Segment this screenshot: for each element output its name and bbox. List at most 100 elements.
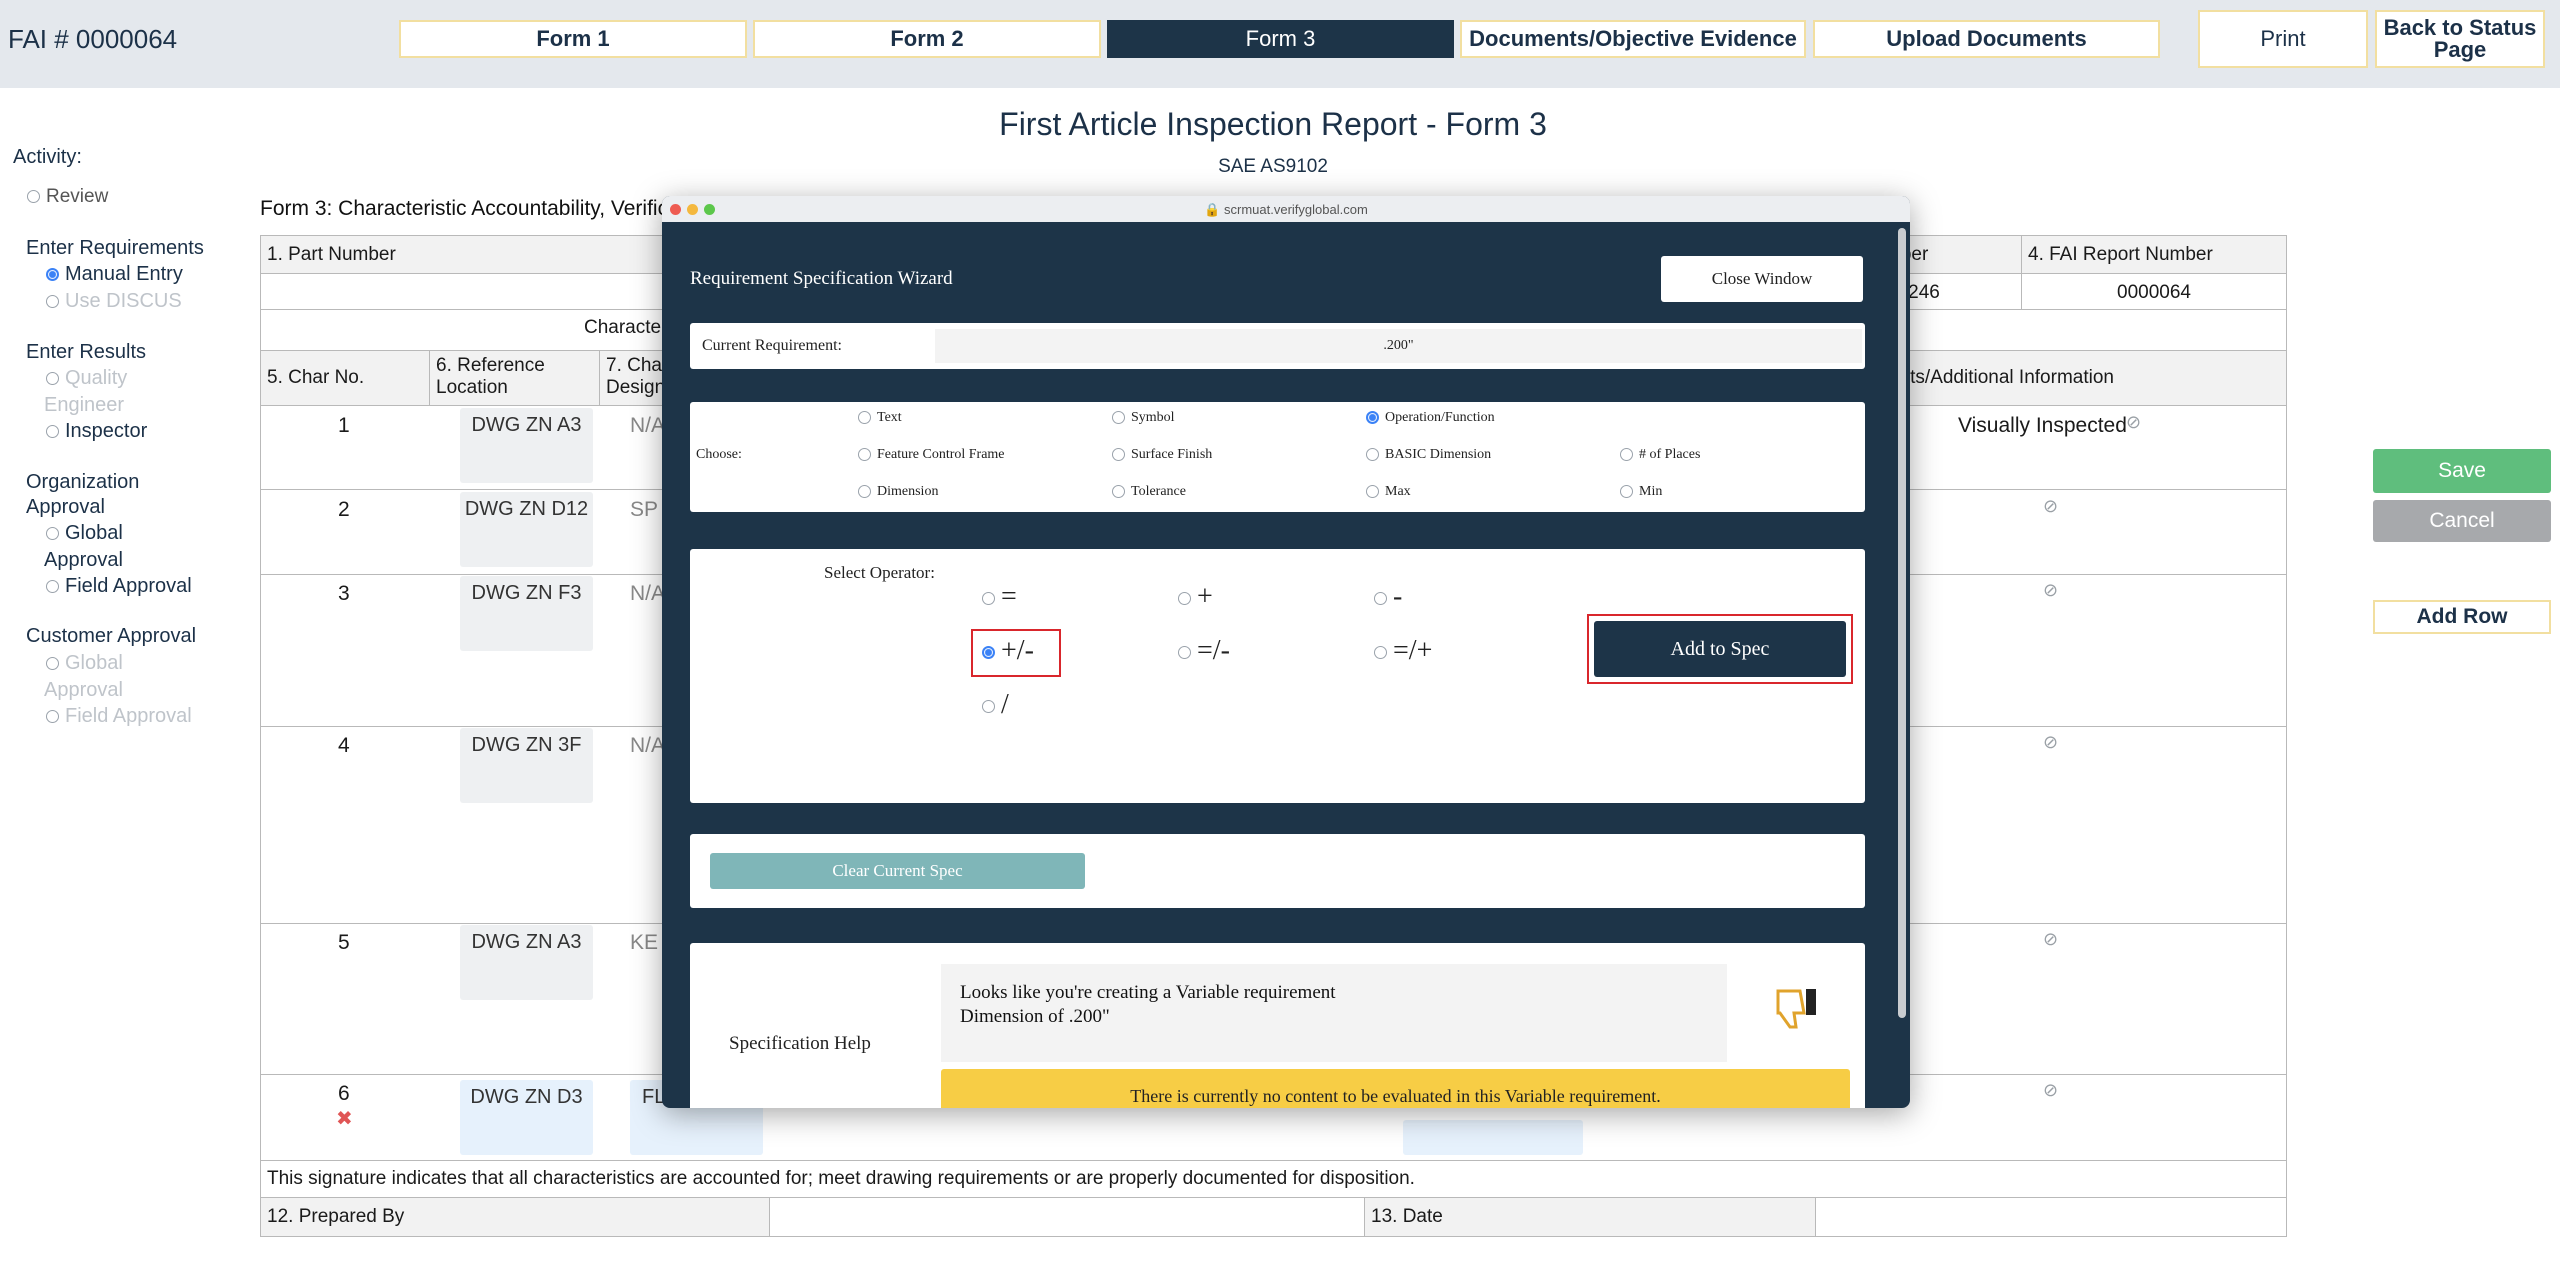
- select-operator-label: Select Operator:: [824, 563, 935, 582]
- global-approval-radio[interactable]: [46, 527, 59, 541]
- field-approval-radio[interactable]: [46, 580, 59, 594]
- help-line-2: Dimension of .200": [960, 1006, 1110, 1027]
- tab-documents-evidence[interactable]: Documents/Objective Evidence: [1460, 20, 1806, 58]
- choice-operation-function-radio[interactable]: [1366, 411, 1379, 425]
- add-to-spec-button[interactable]: Add to Spec: [1594, 621, 1846, 677]
- review-radio[interactable]: [27, 190, 40, 204]
- choice-number-of-places[interactable]: # of Places: [1620, 447, 1700, 463]
- char-designator-value: SP: [630, 498, 659, 521]
- specification-help-panel: Specification Help Looks like you're cre…: [690, 943, 1865, 1108]
- choice-symbol[interactable]: Symbol: [1112, 410, 1175, 426]
- page-title: First Article Inspection Report - Form 3: [999, 106, 1547, 142]
- lock-icon: 🔒: [1204, 202, 1221, 217]
- paperclip-icon[interactable]: ⊘: [2043, 580, 2058, 601]
- customer-field-radio: [46, 710, 59, 724]
- customer-global-radio: [46, 657, 59, 671]
- choice-max-radio[interactable]: [1366, 485, 1379, 499]
- manual-entry-option[interactable]: Manual Entry: [46, 263, 183, 286]
- choice-feature-control-frame[interactable]: Feature Control Frame: [858, 447, 1005, 463]
- fai-report-number-header: 4. FAI Report Number: [2021, 235, 2287, 274]
- current-requirement-panel: Current Requirement: .200": [690, 323, 1865, 369]
- clear-spec-panel: Clear Current Spec: [690, 834, 1865, 908]
- choice-surface-finish[interactable]: Surface Finish: [1112, 447, 1212, 463]
- choice-text-radio[interactable]: [858, 411, 871, 425]
- choice-symbol-radio[interactable]: [1112, 411, 1125, 425]
- choice-operation-function[interactable]: Operation/Function: [1366, 410, 1495, 426]
- tab-upload-documents[interactable]: Upload Documents: [1813, 20, 2160, 58]
- operator-slash[interactable]: /: [982, 689, 1009, 721]
- operator-plus[interactable]: +: [1178, 581, 1213, 613]
- paperclip-icon[interactable]: ⊘: [2043, 496, 2058, 517]
- paperclip-icon[interactable]: ⊘: [2043, 929, 2058, 950]
- add-row-button[interactable]: Add Row: [2373, 600, 2551, 634]
- choice-tolerance-radio[interactable]: [1112, 485, 1125, 499]
- organization-approval-label-2: Approval: [26, 496, 105, 518]
- operator-minus-radio[interactable]: [1374, 592, 1387, 606]
- operator-equals-minus[interactable]: =/-: [1178, 635, 1230, 667]
- choice-basic-dimension-radio[interactable]: [1366, 448, 1379, 462]
- char-number: 3: [338, 582, 350, 605]
- organization-approval-label: Organization: [26, 471, 140, 493]
- global-approval-option[interactable]: Global: [46, 522, 123, 545]
- char-designator-value: N/A: [630, 734, 666, 757]
- choice-tolerance[interactable]: Tolerance: [1112, 484, 1186, 500]
- delete-row-icon[interactable]: ✖: [336, 1106, 353, 1131]
- back-to-status-button[interactable]: Back to Status Page: [2375, 10, 2545, 68]
- choice-text[interactable]: Text: [858, 410, 902, 426]
- paperclip-icon[interactable]: ⊘: [2043, 1080, 2058, 1101]
- thumbs-down-icon: [1770, 983, 1820, 1038]
- choice-max[interactable]: Max: [1366, 484, 1411, 500]
- cancel-button[interactable]: Cancel: [2373, 500, 2551, 542]
- operator-equals-radio[interactable]: [982, 592, 995, 606]
- operator-equals-plus-radio[interactable]: [1374, 646, 1387, 660]
- choice-surface-finish-radio[interactable]: [1112, 448, 1125, 462]
- operator-minus[interactable]: -: [1374, 581, 1402, 613]
- paperclip-icon[interactable]: ⊘: [2043, 732, 2058, 753]
- reference-location-input[interactable]: DWG ZN F3: [460, 576, 593, 651]
- operator-plus-minus[interactable]: +/-: [982, 635, 1034, 667]
- choice-number-of-places-radio[interactable]: [1620, 448, 1633, 462]
- choice-min-radio[interactable]: [1620, 485, 1633, 499]
- inspector-option[interactable]: Inspector: [46, 420, 147, 443]
- choice-min[interactable]: Min: [1620, 484, 1662, 500]
- enter-results-label: Enter Results: [26, 341, 147, 363]
- result-input[interactable]: [1403, 1120, 1583, 1155]
- char-designator-value: N/A: [630, 414, 666, 437]
- field-approval-option[interactable]: Field Approval: [46, 575, 192, 598]
- reference-location-input[interactable]: DWG ZN D3: [460, 1080, 593, 1155]
- choose-label: Choose:: [696, 447, 742, 462]
- date-value[interactable]: [1815, 1197, 2287, 1237]
- browser-chrome: 🔒 scrmuat.verifyglobal.com: [662, 196, 1910, 222]
- popup-scrollbar[interactable]: [1898, 228, 1906, 1018]
- reference-location-input[interactable]: DWG ZN A3: [460, 408, 593, 483]
- manual-entry-radio[interactable]: [46, 268, 59, 282]
- paperclip-icon[interactable]: ⊘: [2126, 412, 2141, 433]
- close-window-button[interactable]: Close Window: [1661, 256, 1863, 302]
- operator-equals[interactable]: =: [982, 581, 1017, 613]
- tab-form-2[interactable]: Form 2: [753, 20, 1101, 58]
- choice-dimension-radio[interactable]: [858, 485, 871, 499]
- choose-panel: Choose: Text Symbol Operation/Function F…: [690, 402, 1865, 512]
- reference-location-input[interactable]: DWG ZN A3: [460, 925, 593, 1000]
- choice-feature-control-frame-radio[interactable]: [858, 448, 871, 462]
- operator-slash-radio[interactable]: [982, 700, 995, 714]
- char-number: 6: [338, 1082, 350, 1105]
- operator-panel: Select Operator: = + - +/- =/- =/+ / Add…: [690, 549, 1865, 803]
- choice-dimension[interactable]: Dimension: [858, 484, 938, 500]
- reference-location-input[interactable]: DWG ZN D12: [460, 492, 593, 567]
- operator-plus-radio[interactable]: [1178, 592, 1191, 606]
- prepared-by-value[interactable]: [769, 1197, 1365, 1237]
- operator-equals-plus[interactable]: =/+: [1374, 635, 1432, 667]
- save-button[interactable]: Save: [2373, 449, 2551, 493]
- print-button[interactable]: Print: [2198, 10, 2368, 68]
- fai-number-title: FAI # 0000064: [8, 24, 178, 54]
- inspector-radio[interactable]: [46, 425, 59, 439]
- tab-form-1[interactable]: Form 1: [399, 20, 747, 58]
- tab-form-3[interactable]: Form 3: [1107, 20, 1454, 58]
- operator-plus-minus-radio[interactable]: [982, 646, 995, 660]
- review-option[interactable]: Review: [27, 186, 108, 208]
- clear-current-spec-button[interactable]: Clear Current Spec: [710, 853, 1085, 889]
- reference-location-input[interactable]: DWG ZN 3F: [460, 728, 593, 803]
- operator-equals-minus-radio[interactable]: [1178, 646, 1191, 660]
- choice-basic-dimension[interactable]: BASIC Dimension: [1366, 447, 1491, 463]
